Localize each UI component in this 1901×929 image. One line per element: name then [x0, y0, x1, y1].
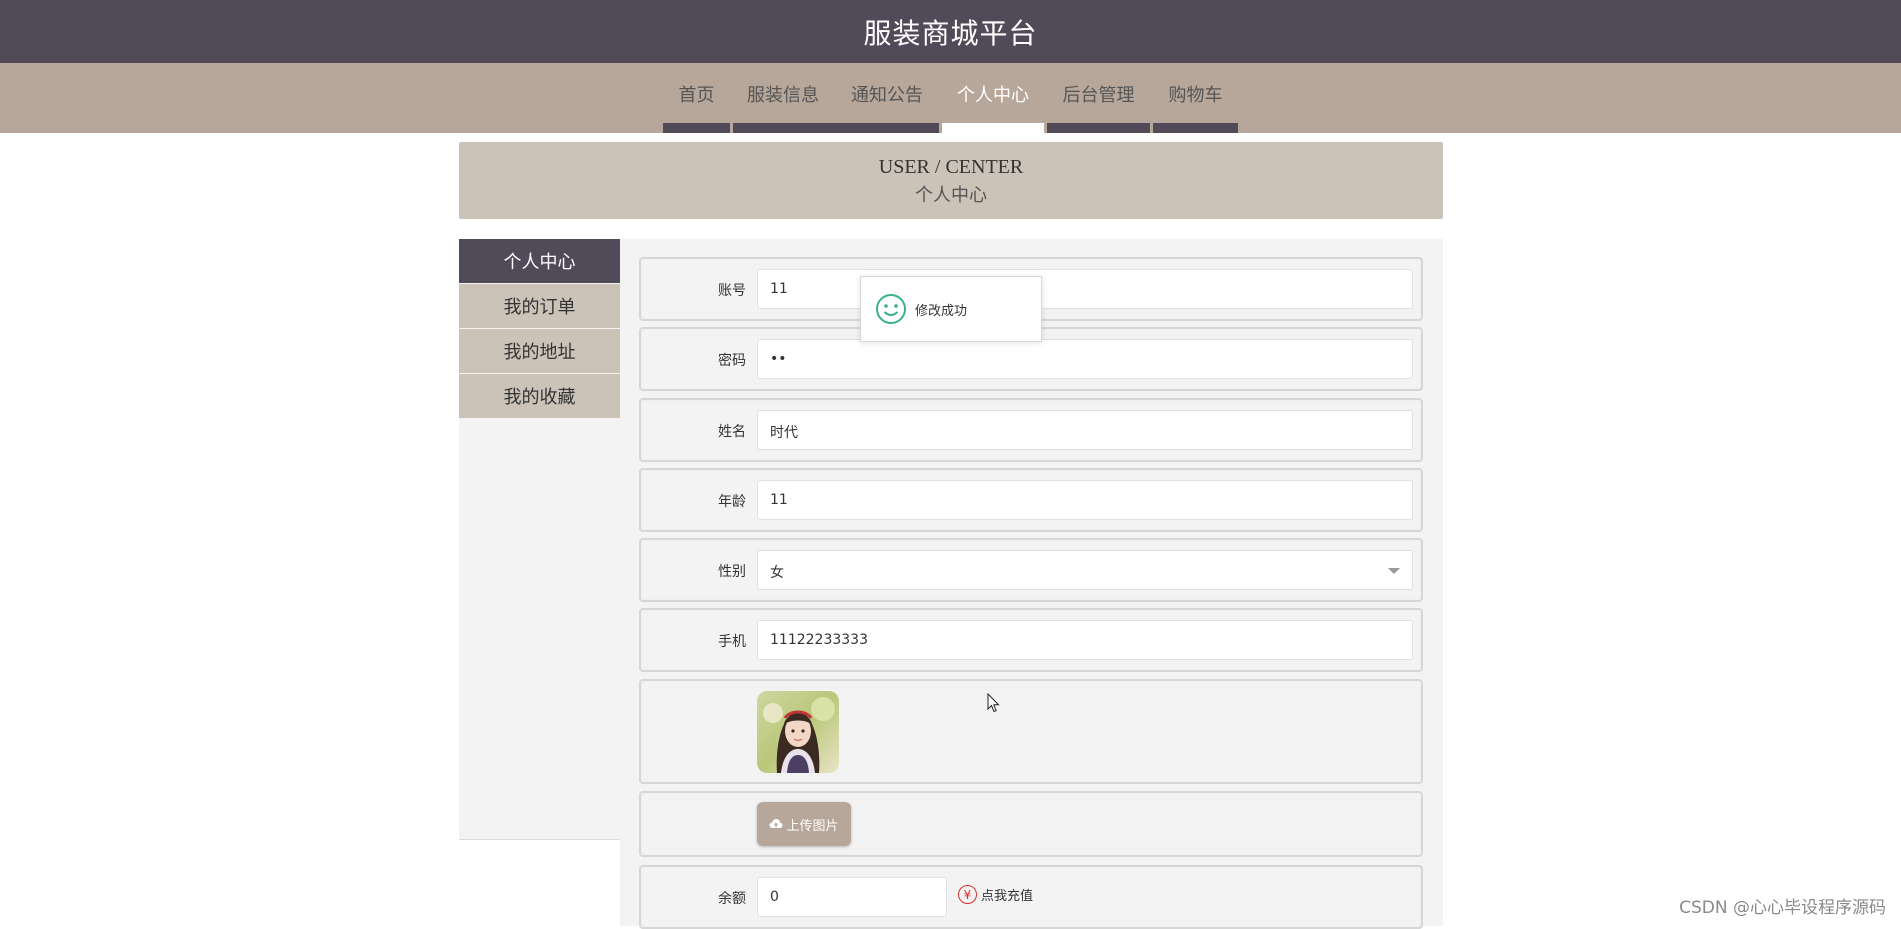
age-label: 年龄 — [641, 491, 746, 511]
watermark-text: CSDN @心心毕设程序源码 — [1679, 893, 1886, 918]
banner-title-cn: 个人中心 — [459, 181, 1443, 207]
password-label: 密码 — [641, 350, 746, 370]
nav-item-notices[interactable]: 通知公告 — [851, 81, 923, 107]
balance-label: 余额 — [641, 888, 746, 908]
phone-input[interactable]: 11122233333 — [757, 620, 1413, 660]
nav-underline — [733, 123, 939, 133]
form-row-gender: 性别 女 — [639, 538, 1423, 602]
avatar-image — [757, 691, 839, 773]
nav-label: 首页 — [663, 81, 730, 107]
nav-label: 后台管理 — [1047, 81, 1150, 107]
site-header: 服装商城平台 — [0, 0, 1901, 63]
sidebar-item-my-orders[interactable]: 我的订单 — [459, 284, 620, 328]
form-row-name: 姓名 时代 — [639, 398, 1423, 462]
banner-title-en: USER / CENTER — [459, 156, 1443, 179]
form-row-age: 年龄 11 — [639, 468, 1423, 532]
mouse-pointer-icon — [987, 693, 1001, 713]
nav-item-user-center[interactable]: 个人中心 — [942, 63, 1044, 133]
nav-underline — [942, 123, 1044, 133]
name-label: 姓名 — [641, 421, 746, 441]
form-row-phone: 手机 11122233333 — [639, 608, 1423, 672]
gender-selected-value: 女 — [770, 565, 784, 581]
nav-underline — [1047, 123, 1150, 133]
site-title: 服装商城平台 — [863, 12, 1037, 52]
form-row-upload: 上传图片 — [639, 791, 1423, 857]
gender-label: 性别 — [641, 561, 746, 581]
age-input[interactable]: 11 — [757, 480, 1413, 520]
yen-icon: ¥ — [958, 885, 977, 904]
smile-icon — [875, 293, 907, 325]
phone-label: 手机 — [641, 631, 746, 651]
main-nav: 首页 服装信息 个人中心 后台管理 购物车 — [0, 63, 1901, 133]
chevron-down-icon — [1388, 568, 1400, 574]
account-label: 账号 — [641, 280, 746, 300]
sidebar-item-my-address[interactable]: 我的地址 — [459, 329, 620, 373]
account-input[interactable]: 11 — [757, 269, 1413, 309]
nav-label: 购物车 — [1153, 81, 1238, 107]
recharge-link[interactable]: ¥ 点我充值 — [958, 885, 1033, 904]
sidebar-item-my-favorites[interactable]: 我的收藏 — [459, 374, 620, 418]
nav-underline — [1153, 123, 1238, 133]
user-sidebar: 个人中心 我的订单 我的地址 我的收藏 — [459, 239, 620, 840]
toast-message: 修改成功 — [915, 300, 967, 319]
nav-item-cart[interactable]: 购物车 — [1153, 63, 1238, 133]
nav-item-home[interactable]: 首页 — [663, 63, 730, 133]
balance-input[interactable]: 0 — [757, 877, 947, 917]
gender-select[interactable]: 女 — [757, 550, 1413, 590]
cloud-upload-icon — [769, 818, 783, 830]
upload-image-button[interactable]: 上传图片 — [757, 802, 851, 846]
password-input[interactable]: •• — [757, 339, 1413, 379]
recharge-label: 点我充值 — [981, 885, 1033, 904]
avatar — [757, 691, 839, 773]
name-input[interactable]: 时代 — [757, 410, 1413, 450]
sidebar-item-user-center[interactable]: 个人中心 — [459, 239, 620, 283]
nav-item-admin[interactable]: 后台管理 — [1047, 63, 1150, 133]
nav-underline — [663, 123, 730, 133]
success-toast: 修改成功 — [860, 276, 1042, 342]
form-row-avatar — [639, 679, 1423, 784]
nav-label: 个人中心 — [942, 81, 1044, 107]
upload-button-label: 上传图片 — [786, 815, 838, 834]
page-banner: USER / CENTER 个人中心 — [459, 142, 1443, 219]
form-row-balance: 余额 0 ¥ 点我充值 — [639, 865, 1423, 929]
